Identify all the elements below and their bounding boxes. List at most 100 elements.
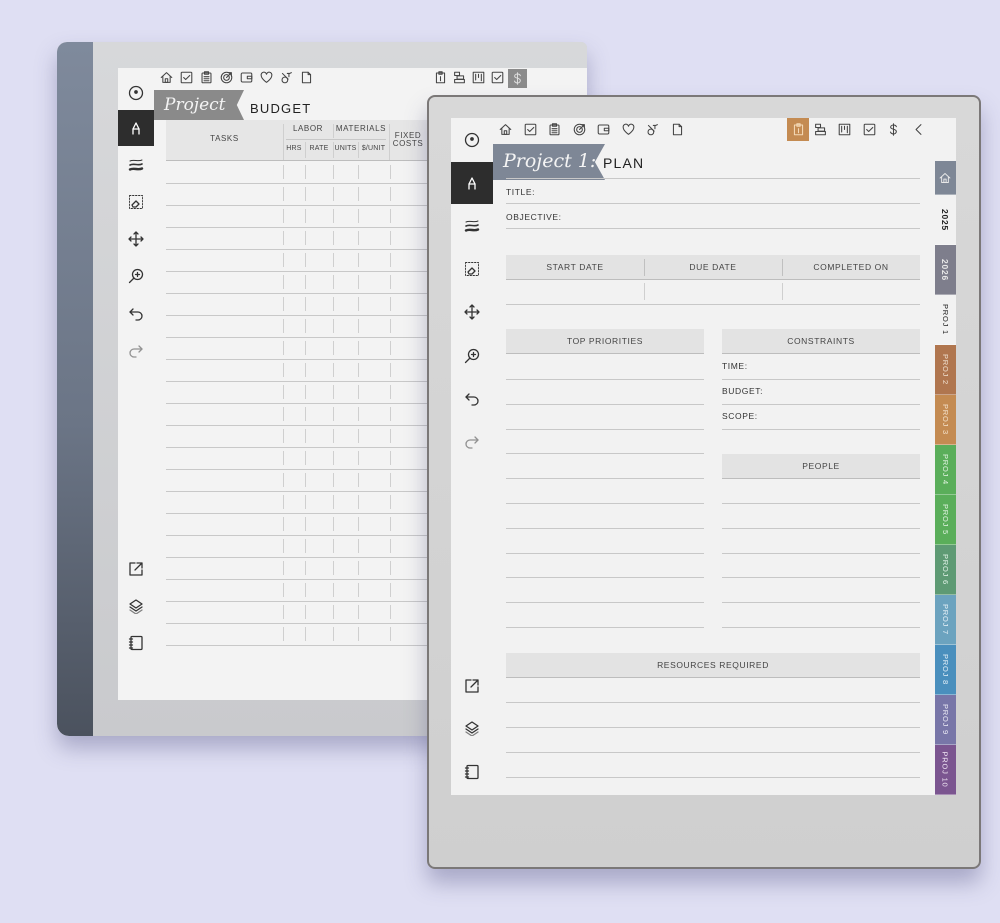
table-row[interactable]: [166, 535, 456, 557]
page-icon[interactable]: [298, 69, 315, 86]
side-tab-label: PROJ 7: [941, 603, 950, 636]
table-row[interactable]: [166, 315, 456, 337]
side-tab-proj-3[interactable]: PROJ 3: [935, 395, 956, 445]
target-icon[interactable]: [218, 69, 235, 86]
home-icon[interactable]: [158, 69, 175, 86]
move-icon[interactable]: [118, 222, 154, 256]
objective-field-label: OBJECTIVE:: [506, 212, 562, 222]
home-icon[interactable]: [497, 121, 514, 138]
pen-icon[interactable]: [451, 162, 493, 204]
eraser-select-icon[interactable]: [451, 250, 493, 288]
side-tab-proj-2[interactable]: PROJ 2: [935, 345, 956, 395]
layers-icon[interactable]: [451, 710, 493, 746]
kanban-icon[interactable]: [470, 69, 487, 86]
gantt-icon[interactable]: [451, 69, 468, 86]
table-row[interactable]: [166, 205, 456, 227]
notebook-icon[interactable]: [118, 625, 154, 661]
heart-icon[interactable]: [258, 69, 275, 86]
table-row[interactable]: [166, 293, 456, 315]
table-row[interactable]: [166, 579, 456, 601]
pen-icon[interactable]: [118, 110, 154, 146]
kanban-icon[interactable]: [836, 121, 853, 138]
undo-icon[interactable]: [451, 380, 493, 418]
table-row[interactable]: [166, 359, 456, 381]
side-tab-label: PROJ 9: [941, 703, 950, 736]
cell-divider: [283, 429, 284, 443]
back-icon[interactable]: [910, 121, 927, 138]
side-tab-label: PROJ 3: [941, 403, 950, 436]
heart-icon[interactable]: [620, 121, 637, 138]
side-tab-proj-6[interactable]: PROJ 6: [935, 545, 956, 595]
cell-divider: [283, 319, 284, 333]
plan-screen: Project 1: PLAN TITLE: OBJECTIVE: START DATE…: [451, 118, 956, 795]
redo-icon[interactable]: [118, 334, 154, 368]
table-row[interactable]: [166, 381, 456, 403]
side-tab-proj-7[interactable]: PROJ 7: [935, 595, 956, 645]
exercise-icon[interactable]: [278, 69, 295, 86]
due-date-input[interactable]: [644, 281, 782, 303]
side-tab-2026[interactable]: 2026: [935, 245, 956, 295]
wallet-icon[interactable]: [238, 69, 255, 86]
export-icon[interactable]: [451, 668, 493, 704]
side-tab-proj-4[interactable]: PROJ 4: [935, 445, 956, 495]
table-row[interactable]: [166, 491, 456, 513]
layers-icon[interactable]: [118, 588, 154, 624]
table-row[interactable]: [166, 249, 456, 271]
target-icon[interactable]: [571, 121, 588, 138]
table-row[interactable]: [166, 469, 456, 491]
dollar-icon[interactable]: [508, 69, 527, 88]
table-row[interactable]: [166, 403, 456, 425]
table-row[interactable]: [166, 557, 456, 579]
completed-on-input[interactable]: [782, 281, 920, 303]
header-divider: [305, 142, 306, 158]
side-tab-proj-1[interactable]: PROJ 1: [935, 295, 956, 345]
page-icon[interactable]: [669, 121, 686, 138]
zoom-in-icon[interactable]: [451, 337, 493, 375]
table-row[interactable]: [166, 601, 456, 623]
clipboard-icon[interactable]: [198, 69, 215, 86]
priority-line: [506, 403, 704, 405]
table-row[interactable]: [166, 183, 456, 205]
table-row[interactable]: [166, 447, 456, 469]
stroke-width-icon[interactable]: [118, 148, 154, 182]
exercise-icon-glyph: [647, 124, 658, 136]
project-icon[interactable]: [432, 69, 449, 86]
side-tab-proj-5[interactable]: PROJ 5: [935, 495, 956, 545]
table-row[interactable]: [166, 425, 456, 447]
table-row[interactable]: [166, 337, 456, 359]
side-tab-2025[interactable]: 2025: [935, 195, 956, 245]
circle-dot-icon[interactable]: [118, 76, 154, 110]
checkbox-icon[interactable]: [522, 121, 539, 138]
title-field-input[interactable]: [561, 182, 916, 202]
checkbox-icon[interactable]: [178, 69, 195, 86]
exercise-icon[interactable]: [644, 121, 661, 138]
side-tab-proj-8[interactable]: PROJ 8: [935, 645, 956, 695]
wallet-icon[interactable]: [595, 121, 612, 138]
table-row[interactable]: [166, 513, 456, 535]
check-icon[interactable]: [489, 69, 506, 86]
redo-icon[interactable]: [451, 423, 493, 461]
export-icon[interactable]: [118, 551, 154, 587]
clipboard-icon[interactable]: [546, 121, 563, 138]
move-icon[interactable]: [451, 293, 493, 331]
circle-dot-icon[interactable]: [451, 121, 493, 159]
table-row[interactable]: [166, 271, 456, 293]
notebook-icon[interactable]: [451, 754, 493, 790]
objective-field-input[interactable]: [581, 207, 916, 227]
side-tab-proj-9[interactable]: PROJ 9: [935, 695, 956, 745]
gantt-icon[interactable]: [812, 121, 829, 138]
project-icon[interactable]: [787, 118, 809, 141]
stroke-width-icon[interactable]: [451, 207, 493, 245]
eraser-select-icon[interactable]: [118, 185, 154, 219]
start-date-input[interactable]: [506, 281, 644, 303]
cell-divider: [390, 297, 391, 311]
undo-icon[interactable]: [118, 297, 154, 331]
side-tab-home[interactable]: [935, 161, 956, 195]
side-tab-proj-10[interactable]: PROJ 10: [935, 745, 956, 795]
table-row[interactable]: [166, 623, 456, 645]
dollar-icon[interactable]: [885, 121, 902, 138]
table-row[interactable]: [166, 161, 456, 183]
table-row[interactable]: [166, 227, 456, 249]
zoom-in-icon[interactable]: [118, 259, 154, 293]
check-icon[interactable]: [861, 121, 878, 138]
